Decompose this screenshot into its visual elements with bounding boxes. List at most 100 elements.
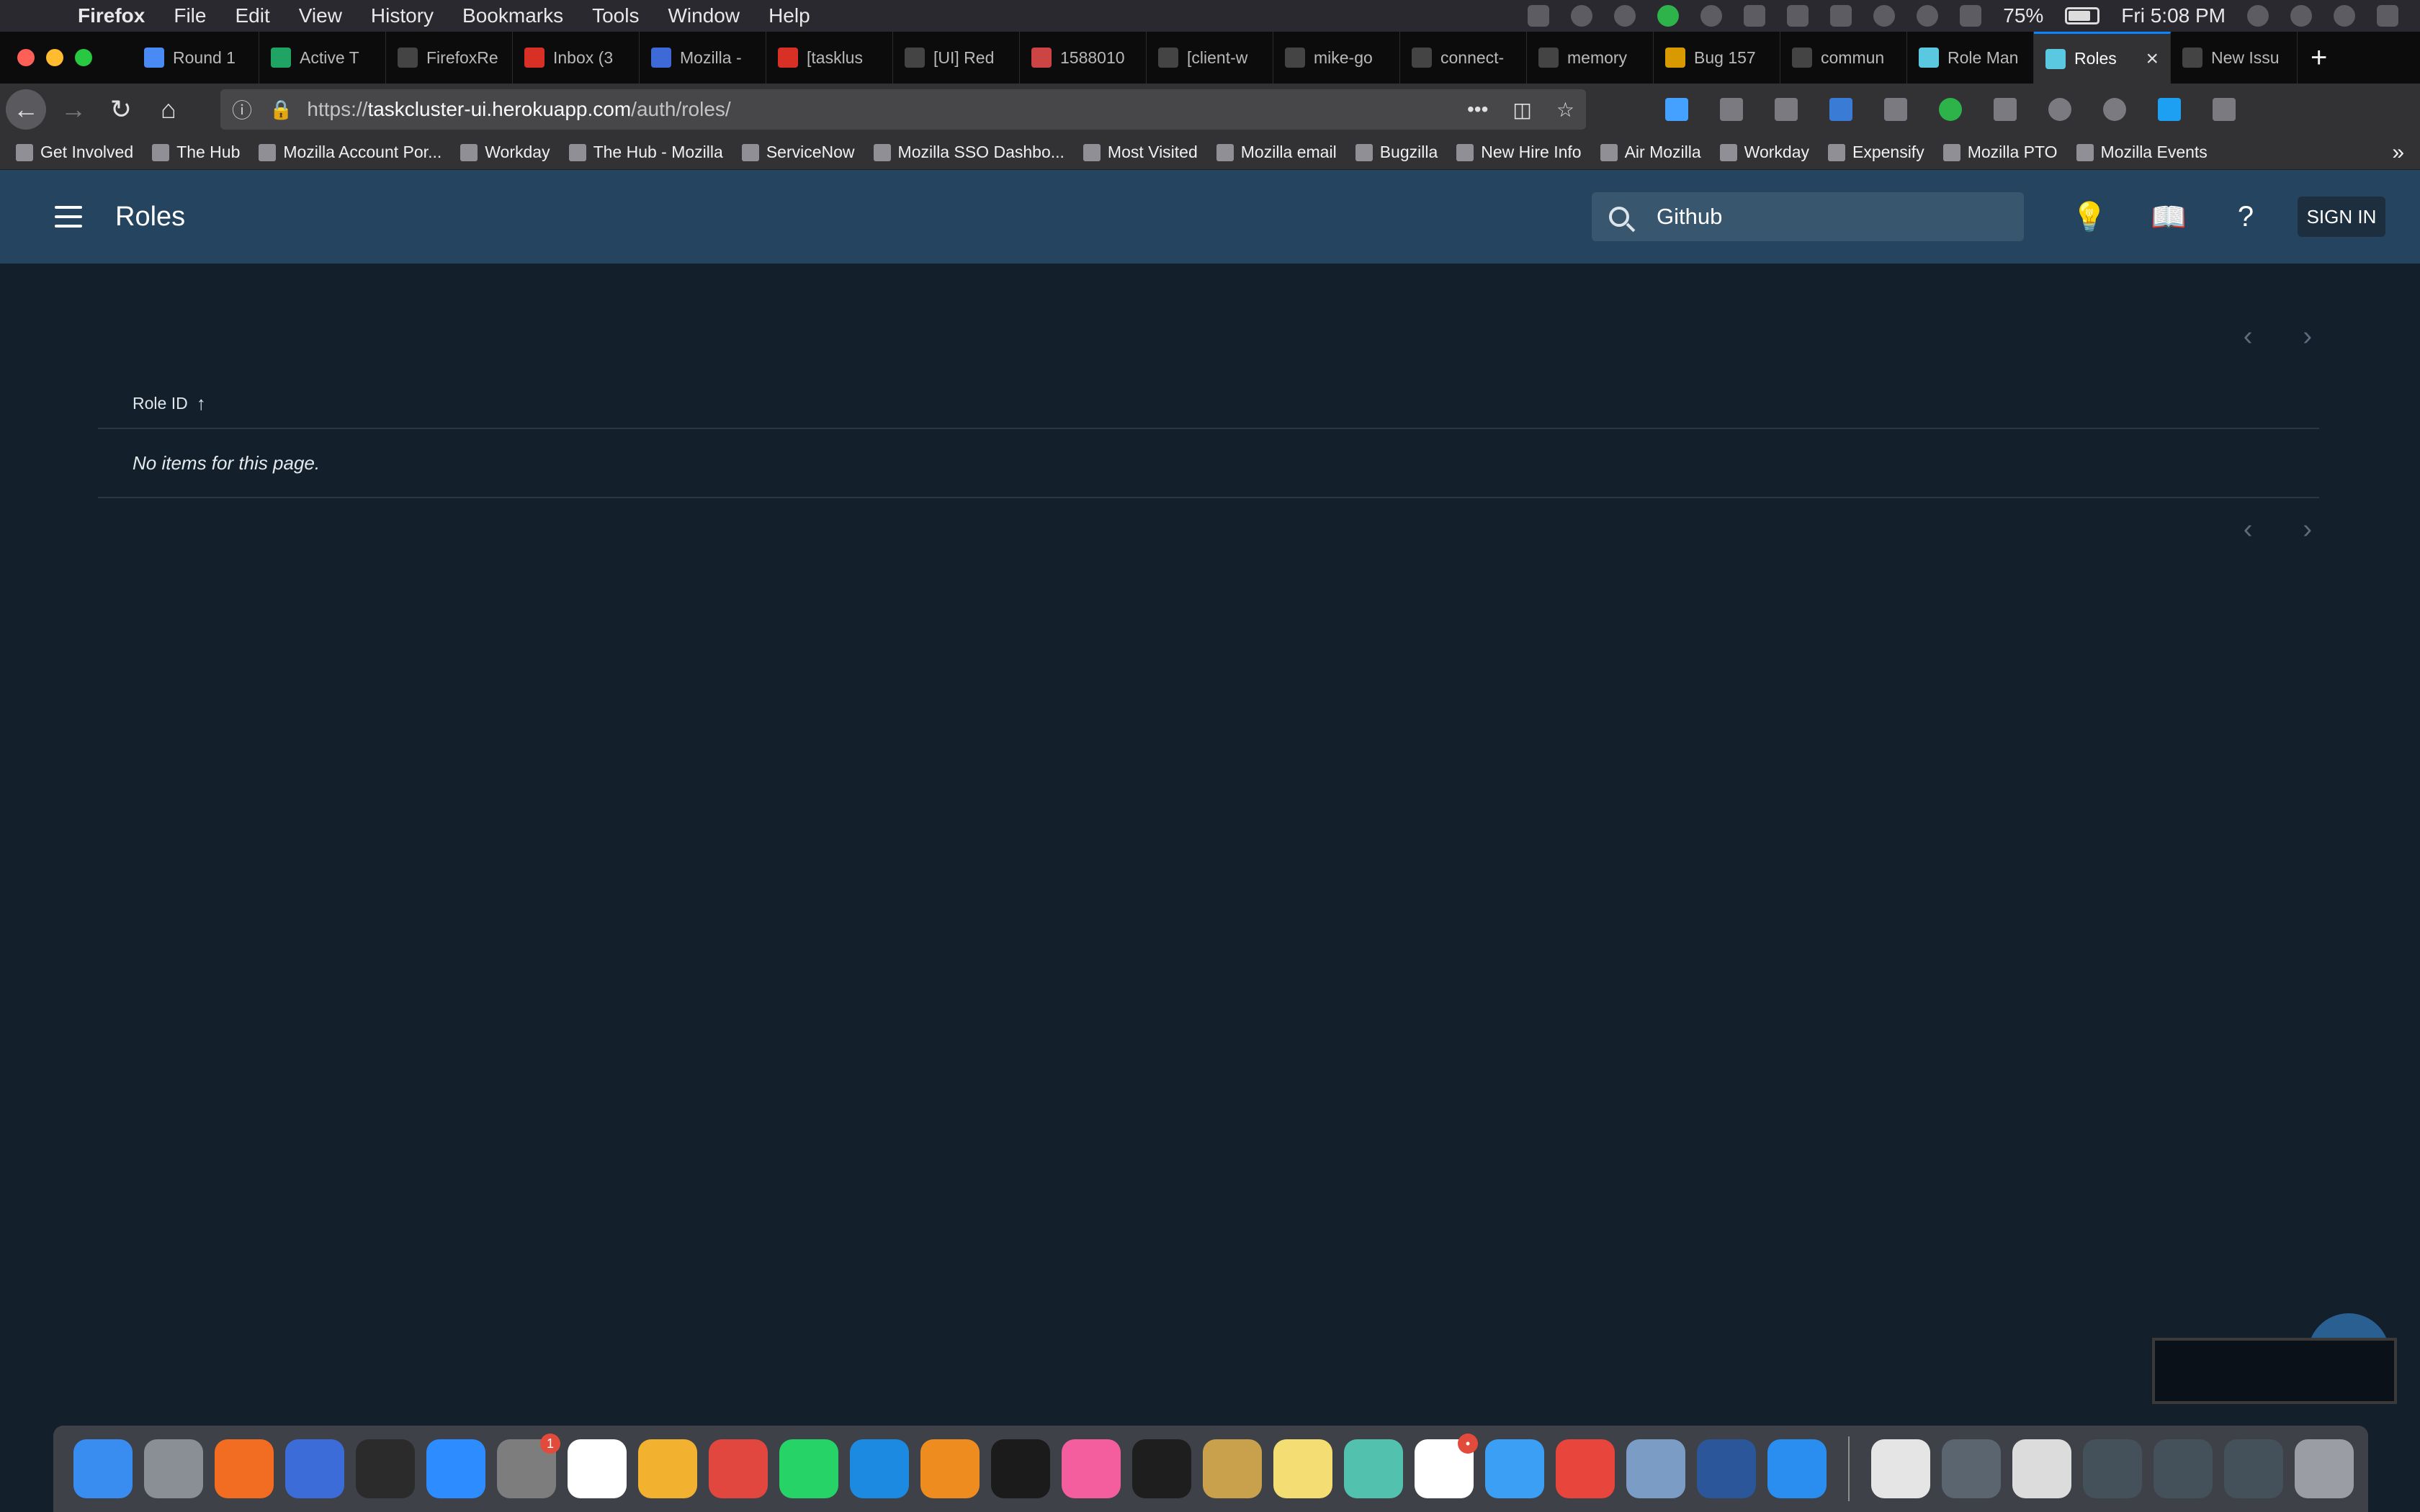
pocket-icon[interactable]: ◫: [1512, 98, 1531, 122]
browser-tab[interactable]: memory: [1527, 32, 1654, 84]
bookmark-item[interactable]: The Hub: [152, 143, 240, 162]
itunes-icon[interactable]: [1062, 1439, 1121, 1498]
library-icon[interactable]: [1720, 98, 1743, 121]
wunderlist-icon[interactable]: [709, 1439, 768, 1498]
bookmark-item[interactable]: Mozilla SSO Dashbo...: [873, 143, 1065, 162]
safari-icon[interactable]: [1767, 1439, 1827, 1498]
bookmark-item[interactable]: Air Mozilla: [1600, 143, 1701, 162]
menu-history[interactable]: History: [371, 4, 434, 27]
browser-tab[interactable]: FirefoxRe: [386, 32, 513, 84]
downloads-icon[interactable]: [1665, 98, 1688, 121]
browser-tab[interactable]: Roles ×: [2034, 32, 2171, 84]
finder-icon[interactable]: [73, 1439, 133, 1498]
siri-icon[interactable]: [2334, 5, 2355, 27]
system-preferences-icon[interactable]: 1: [497, 1434, 560, 1498]
bookmark-item[interactable]: ServiceNow: [741, 143, 855, 162]
reload-button[interactable]: ↻: [101, 89, 141, 130]
spotlight-search-icon[interactable]: [2290, 5, 2312, 27]
window-thumb-icon[interactable]: [2012, 1439, 2071, 1498]
browser-tab[interactable]: [tasklus: [766, 32, 893, 84]
zoom-icon[interactable]: [426, 1439, 485, 1498]
browser-tab[interactable]: connect-: [1400, 32, 1527, 84]
webstorm-icon[interactable]: [991, 1439, 1050, 1498]
user-icon[interactable]: [2247, 5, 2269, 27]
bookmark-item[interactable]: The Hub - Mozilla: [568, 143, 723, 162]
browser-tab[interactable]: Bug 157: [1654, 32, 1780, 84]
menu-app-name[interactable]: Firefox: [78, 4, 145, 27]
zulip-icon[interactable]: [1344, 1439, 1403, 1498]
puzzle-extension-icon[interactable]: [2158, 98, 2181, 121]
airplay-icon[interactable]: [1830, 5, 1852, 27]
evernote-helper-icon[interactable]: [1614, 5, 1636, 27]
chrome-icon[interactable]: [1556, 1439, 1615, 1498]
bookmark-item[interactable]: Mozilla Events: [2076, 143, 2208, 162]
help-icon[interactable]: ?: [2230, 201, 2262, 233]
vscode-icon[interactable]: [850, 1439, 909, 1498]
theme-toggle-lightbulb-icon[interactable]: 💡: [2071, 200, 2107, 234]
word-icon[interactable]: [1697, 1439, 1756, 1498]
slack-icon[interactable]: •: [1415, 1434, 1478, 1498]
next-page-chevron-icon[interactable]: ›: [2303, 514, 2312, 545]
minimize-window-button[interactable]: [46, 49, 63, 66]
close-tab-icon[interactable]: ×: [2146, 47, 2159, 71]
flask-extension-icon[interactable]: [1829, 98, 1852, 121]
menu-view[interactable]: View: [299, 4, 342, 27]
menu-icon[interactable]: [2213, 98, 2236, 121]
account-extension-icon[interactable]: [2103, 98, 2126, 121]
browser-tab[interactable]: Active T: [259, 32, 386, 84]
launchpad-icon[interactable]: [144, 1439, 203, 1498]
stickies-icon[interactable]: [1273, 1439, 1332, 1498]
search-input[interactable]: [1657, 204, 1988, 230]
bookmark-item[interactable]: Most Visited: [1083, 143, 1198, 162]
bookmark-item[interactable]: Workday: [460, 143, 550, 162]
bookmark-item[interactable]: Mozilla email: [1216, 143, 1337, 162]
url-bar[interactable]: ⓘ 🔒 https://taskcluster-ui.herokuapp.com…: [220, 89, 1586, 130]
page-actions-icon[interactable]: •••: [1467, 98, 1488, 122]
window-thumb-icon[interactable]: [2154, 1439, 2213, 1498]
lightbeam-extension-icon[interactable]: [2048, 98, 2071, 121]
bookmark-item[interactable]: Workday: [1719, 143, 1809, 162]
home-button[interactable]: ⌂: [148, 89, 189, 130]
bookmark-item[interactable]: Mozilla PTO: [1942, 143, 2058, 162]
zulip-status-icon[interactable]: [1657, 5, 1680, 27]
browser-tab[interactable]: Inbox (3: [513, 32, 640, 84]
browser-tab[interactable]: Round 1: [133, 32, 259, 84]
trash-icon[interactable]: [2295, 1439, 2354, 1498]
containers-extension-icon[interactable]: [1884, 98, 1907, 121]
keychain-icon[interactable]: [1203, 1439, 1262, 1498]
sublime-icon[interactable]: [920, 1439, 980, 1498]
grid-extension-icon[interactable]: [1994, 98, 2017, 121]
search-field[interactable]: [1592, 192, 2024, 241]
menu-edit[interactable]: Edit: [235, 4, 269, 27]
zoom-window-button[interactable]: [75, 49, 92, 66]
sort-ascending-arrow-icon[interactable]: ↑: [197, 392, 206, 415]
window-thumb-icon[interactable]: [2083, 1439, 2142, 1498]
bookmark-item[interactable]: Bugzilla: [1355, 143, 1438, 162]
back-button[interactable]: ←: [6, 89, 46, 130]
sign-in-button[interactable]: SIGN IN: [2298, 197, 2385, 237]
bookmarks-overflow-icon[interactable]: »: [2392, 140, 2404, 165]
wifi-icon[interactable]: [1917, 5, 1939, 27]
battery-icon[interactable]: [2065, 7, 2100, 24]
volume-icon[interactable]: [1960, 5, 1982, 27]
app-dark-icon[interactable]: [356, 1439, 415, 1498]
bookmark-item[interactable]: New Hire Info: [1456, 143, 1582, 162]
preview-icon[interactable]: [1626, 1439, 1685, 1498]
bookmark-item[interactable]: Mozilla Account Por...: [259, 143, 442, 162]
window-thumb-icon[interactable]: [2224, 1439, 2283, 1498]
menu-file[interactable]: File: [174, 4, 206, 27]
docker-icon[interactable]: [1744, 5, 1766, 27]
notification-center-icon[interactable]: [2377, 5, 2398, 27]
column-header-role-id[interactable]: Role ID: [133, 394, 188, 413]
browser-tab[interactable]: Role Man: [1907, 32, 2034, 84]
browser-tab[interactable]: 1588010: [1020, 32, 1147, 84]
forward-button[interactable]: →: [53, 89, 94, 130]
window-thumb-icon[interactable]: [1942, 1439, 2001, 1498]
sidebar-icon[interactable]: [1775, 98, 1798, 121]
menubar-clock[interactable]: Fri 5:08 PM: [2121, 4, 2226, 27]
previous-page-chevron-icon[interactable]: ‹: [2244, 321, 2253, 352]
document-icon[interactable]: [1871, 1439, 1930, 1498]
browser-tab[interactable]: [UI] Red: [893, 32, 1020, 84]
firefox-nightly-icon[interactable]: [285, 1439, 344, 1498]
terminal-icon[interactable]: [1132, 1439, 1191, 1498]
